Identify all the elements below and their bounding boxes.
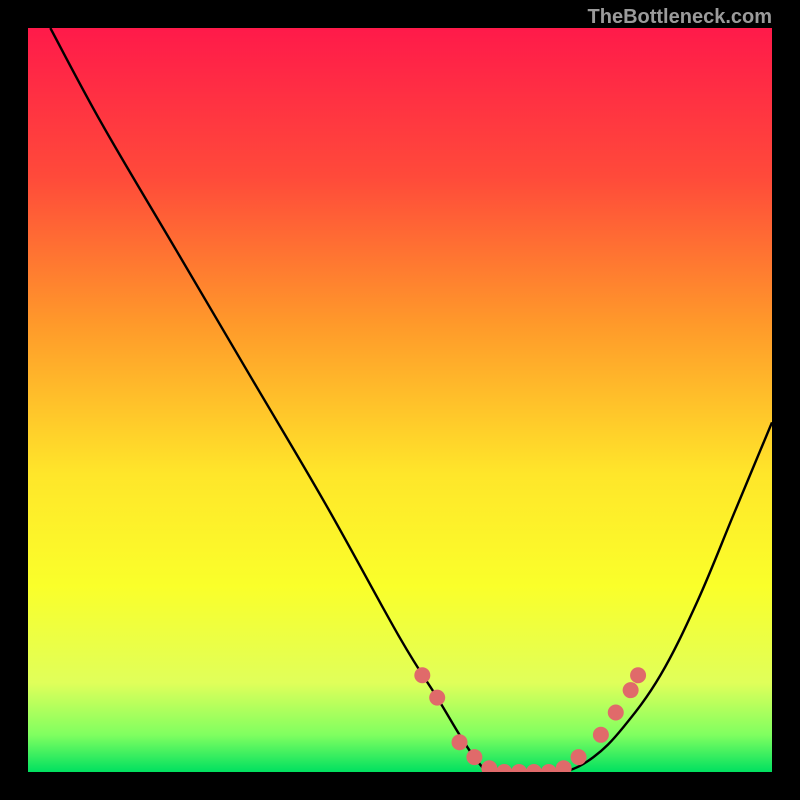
watermark-text: TheBottleneck.com — [588, 6, 772, 29]
marker-point — [571, 749, 587, 765]
marker-point — [526, 764, 542, 772]
bottleneck-curve — [50, 28, 772, 772]
marker-point — [466, 749, 482, 765]
marker-point — [414, 667, 430, 683]
marker-point — [541, 764, 557, 772]
curve-layer — [28, 28, 772, 772]
marker-point — [608, 704, 624, 720]
plot-area — [28, 28, 772, 772]
marker-point — [429, 690, 445, 706]
marker-point — [452, 734, 468, 750]
marker-point — [496, 764, 512, 772]
marker-point — [556, 760, 572, 772]
marker-point — [630, 667, 646, 683]
marker-point — [511, 764, 527, 772]
marker-point — [593, 727, 609, 743]
marker-point — [481, 760, 497, 772]
marker-point — [623, 682, 639, 698]
